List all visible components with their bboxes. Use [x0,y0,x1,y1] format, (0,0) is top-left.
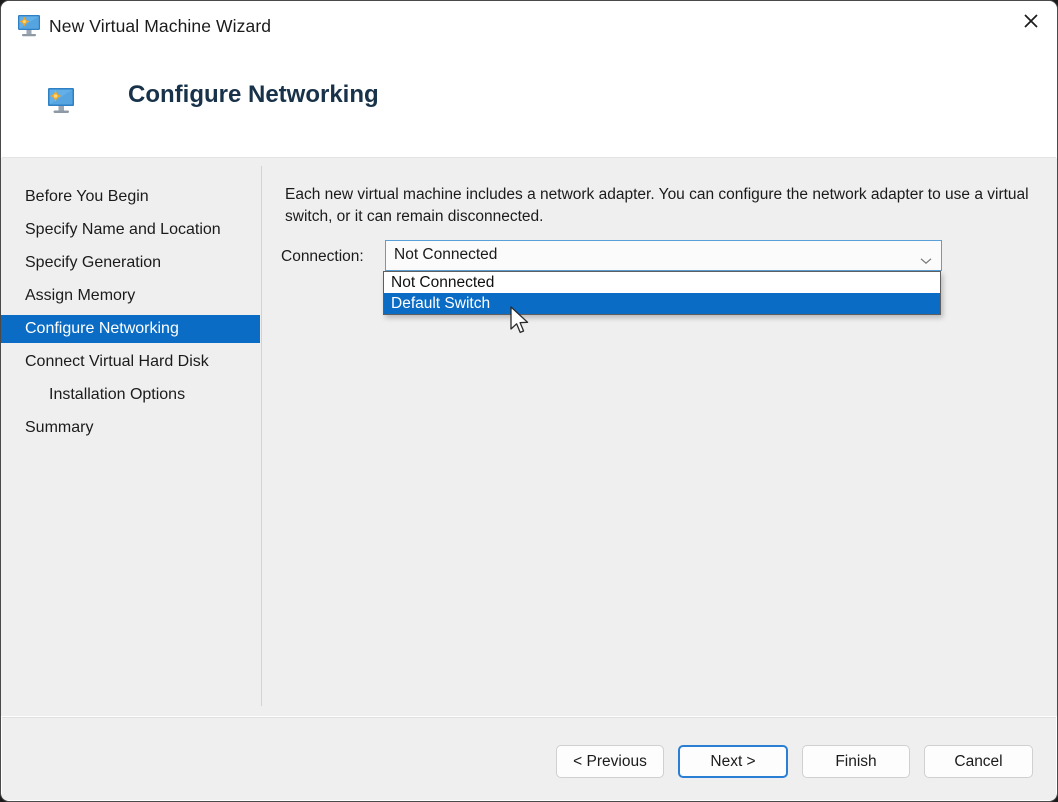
wizard-body: Before You Begin Specify Name and Locati… [1,158,1057,716]
chevron-down-icon [920,252,932,264]
sidebar-item-label: Summary [25,419,94,436]
main-pane: Each new virtual machine includes a netw… [262,158,1057,716]
connection-combobox[interactable]: Not Connected [385,240,942,271]
dropdown-option-label: Default Switch [391,294,491,312]
sidebar-item-summary[interactable]: Summary [1,414,260,442]
sidebar-item-label: Configure Networking [25,320,179,337]
wizard-footer: < Previous Next > Finish Cancel [2,717,1056,800]
window-title: New Virtual Machine Wizard [49,16,272,36]
sidebar-item-configure-networking[interactable]: Configure Networking [1,315,260,343]
connection-selected-value: Not Connected [394,246,498,263]
page-title: Configure Networking [128,81,379,108]
sidebar-item-label: Installation Options [49,386,186,403]
previous-button[interactable]: < Previous [556,745,664,778]
close-icon[interactable] [1005,1,1057,41]
title-bar: New Virtual Machine Wizard [1,1,1057,55]
wizard-header: Configure Networking [2,55,1056,158]
sidebar-item-installation-options[interactable]: Installation Options [1,381,260,409]
sidebar-item-assign-memory[interactable]: Assign Memory [1,282,260,310]
finish-button[interactable]: Finish [802,745,910,778]
dropdown-option-label: Not Connected [391,273,495,291]
dropdown-option-not-connected[interactable]: Not Connected [384,272,940,293]
monitor-star-icon [16,14,42,38]
sidebar-item-before-you-begin[interactable]: Before You Begin [1,183,260,211]
cancel-button[interactable]: Cancel [924,745,1033,778]
sidebar-item-label: Connect Virtual Hard Disk [25,353,209,370]
connection-label: Connection: [281,248,364,265]
monitor-star-icon [46,87,76,115]
sidebar-item-specify-name-and-location[interactable]: Specify Name and Location [1,216,260,244]
sidebar-item-specify-generation[interactable]: Specify Generation [1,249,260,277]
wizard-step-list: Before You Begin Specify Name and Locati… [1,158,260,716]
new-virtual-machine-wizard-window: New Virtual Machine Wizard Configure Net… [0,0,1058,802]
sidebar-item-label: Before You Begin [25,188,149,205]
sidebar-item-label: Assign Memory [25,287,136,304]
dropdown-option-default-switch[interactable]: Default Switch [384,293,940,314]
connection-dropdown-list[interactable]: Not Connected Default Switch [383,271,941,315]
sidebar-item-label: Specify Generation [25,254,162,271]
description-text: Each new virtual machine includes a netw… [285,186,1029,225]
next-button[interactable]: Next > [678,745,788,778]
sidebar-item-label: Specify Name and Location [25,221,221,238]
sidebar-item-connect-virtual-hard-disk[interactable]: Connect Virtual Hard Disk [1,348,260,376]
